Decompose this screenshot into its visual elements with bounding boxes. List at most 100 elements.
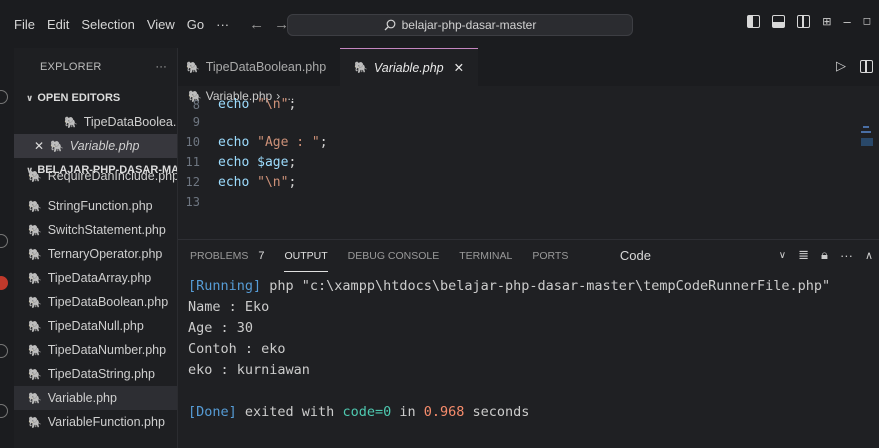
code-editor[interactable]: 8 echo "\n"; 9 10 echo "Age : "; 11 echo $a… [178,98,879,212]
elapsed-time: 0.968 [423,404,465,420]
close-icon[interactable]: ✕ [34,139,44,153]
tab-output[interactable]: OUTPUT [284,240,328,272]
split-editor-icon[interactable] [860,60,873,73]
open-editors-section[interactable]: ∨ OPEN EDITORS [14,86,177,110]
php-file-icon: 🐘 [28,368,42,381]
php-file-icon: 🐘 [186,61,200,74]
lock-icon[interactable]: 🔒︎ [821,247,828,263]
minimize-icon[interactable]: – [843,14,850,29]
file-item[interactable]: 🐘 TipeDataNull.php [14,314,177,338]
explorer-header: EXPLORER ··· [14,48,177,86]
explorer-title: EXPLORER [40,61,102,73]
code-punct: ; [288,154,297,170]
php-file-icon: 🐘 [28,392,42,405]
toggle-panel-icon[interactable] [772,15,786,28]
toggle-sidebar-icon[interactable] [747,15,761,28]
file-name: VariableFunction.php [47,415,165,429]
file-name: TipeDataArray.php [47,271,152,285]
menu-go[interactable]: Go [181,17,210,32]
file-item[interactable]: 🐘 SwitchStatement.php [14,218,177,242]
output-text[interactable]: [Running] php "c:\xampp\htdocs\belajar-p… [178,272,879,425]
file-item[interactable]: 🐘 TernaryOperator.php [14,242,177,266]
running-tag: [Running] [188,278,262,294]
php-file-icon: 🐘 [28,272,42,285]
tab-ports[interactable]: PORTS [532,240,568,272]
activity-icon[interactable] [0,404,8,418]
open-editors-label: OPEN EDITORS [37,92,121,104]
tab-tipedataboolean[interactable]: 🐘 TipeDataBoolean.php [178,48,340,86]
exit-code: code=0 [342,404,392,420]
file-name: SwitchStatement.php [47,223,166,237]
code-punct: ; [288,174,297,190]
toggle-secondary-sidebar-icon[interactable] [797,15,811,28]
tab-problems[interactable]: PROBLEMS 7 [190,240,264,272]
file-name: RequireDanInclude.php [47,170,177,183]
file-item-selected[interactable]: 🐘 Variable.php [14,386,177,410]
file-item[interactable]: 🐘 StringFunction.php [14,194,177,218]
php-file-icon: 🐘 [64,116,78,129]
code-keyword: echo [218,98,258,112]
code-line: 11 echo $age; [178,152,879,172]
chevron-up-icon[interactable]: ∧ [865,249,873,262]
close-icon[interactable]: ✕ [454,60,464,75]
activity-icon[interactable] [0,90,8,104]
menu-selection[interactable]: Selection [75,17,140,32]
menu-view[interactable]: View [141,17,181,32]
open-editor-item[interactable]: ✕ 🐘 Variable.php [14,134,177,158]
php-file-icon: 🐘 [28,170,42,183]
file-name: TipeDataBoolean.php [47,295,169,309]
more-actions-icon[interactable]: ··· [840,248,853,263]
done-tag: [Done] [188,404,237,420]
php-file-icon: 🐘 [354,62,368,74]
activity-badge-icon[interactable] [0,276,8,290]
chevron-down-icon: ∨ [26,92,34,103]
command-center-search[interactable]: belajar-php-dasar-master [287,14,633,36]
code-line: 10 echo "Age : "; [178,132,879,152]
open-editor-item[interactable]: 🐘 TipeDataBoolea... [14,110,177,134]
code-line: 12 echo "\n"; [178,172,879,192]
file-item[interactable]: 🐘 TipeDataString.php [14,362,177,386]
line-number: 10 [185,135,200,149]
restore-icon[interactable]: ◻ [863,16,871,27]
menu-file[interactable]: File [8,17,41,32]
php-file-icon: 🐘 [28,200,42,213]
menu-more[interactable]: ··· [210,17,235,32]
activity-icon[interactable] [0,234,8,248]
clear-output-icon[interactable]: ≣ [798,247,809,263]
file-item[interactable]: 🐘 TipeDataNumber.php [14,338,177,362]
title-bar: File Edit Selection View Go ··· ← → bela… [0,0,879,48]
tab-label: TipeDataBoolean.php [205,60,327,74]
tab-debug-console[interactable]: DEBUG CONSOLE [348,240,440,272]
panel-tabs: PROBLEMS 7 OUTPUT DEBUG CONSOLE TERMINAL… [178,240,879,272]
line-number: 12 [185,175,200,189]
output-channel-select[interactable]: Code [620,248,651,263]
file-item[interactable]: 🐘 RequireDanInclude.php [14,170,177,188]
chevron-down-icon[interactable]: ∨ [779,250,786,261]
back-arrow-icon[interactable]: ← [249,16,264,33]
file-name: TipeDataNumber.php [47,343,167,357]
file-item[interactable]: 🐘 VariableFunction.php [14,410,177,434]
output-line: Age : 30 [188,320,879,341]
tab-label: PROBLEMS [190,250,249,262]
bottom-panel: PROBLEMS 7 OUTPUT DEBUG CONSOLE TERMINAL… [178,239,879,448]
open-editor-name: TipeDataBoolea... [83,115,178,129]
tab-terminal[interactable]: TERMINAL [459,240,512,272]
php-file-icon: 🐘 [28,320,42,333]
php-file-icon: 🐘 [50,140,64,153]
tab-label: OUTPUT [284,249,328,262]
code-keyword: echo [218,174,258,190]
tab-variable[interactable]: 🐘 Variable.php ✕ [340,48,479,86]
explorer-more-icon[interactable]: ··· [155,61,167,73]
activity-icon[interactable] [0,344,8,358]
menu-bar: File Edit Selection View Go ··· ← → [0,0,289,48]
customize-layout-icon[interactable]: ⊞ [822,15,831,28]
run-icon[interactable]: ▷ [836,58,846,74]
file-item[interactable]: 🐘 TipeDataArray.php [14,266,177,290]
file-name: Variable.php [47,391,117,405]
code-punct: ; [288,98,297,112]
file-item[interactable]: 🐘 TipeDataBoolean.php [14,290,177,314]
output-line: [Done] exited with code=0 in 0.968 secon… [188,404,879,425]
minimap[interactable] [859,126,877,148]
output-blank [188,383,879,404]
menu-edit[interactable]: Edit [41,17,75,32]
